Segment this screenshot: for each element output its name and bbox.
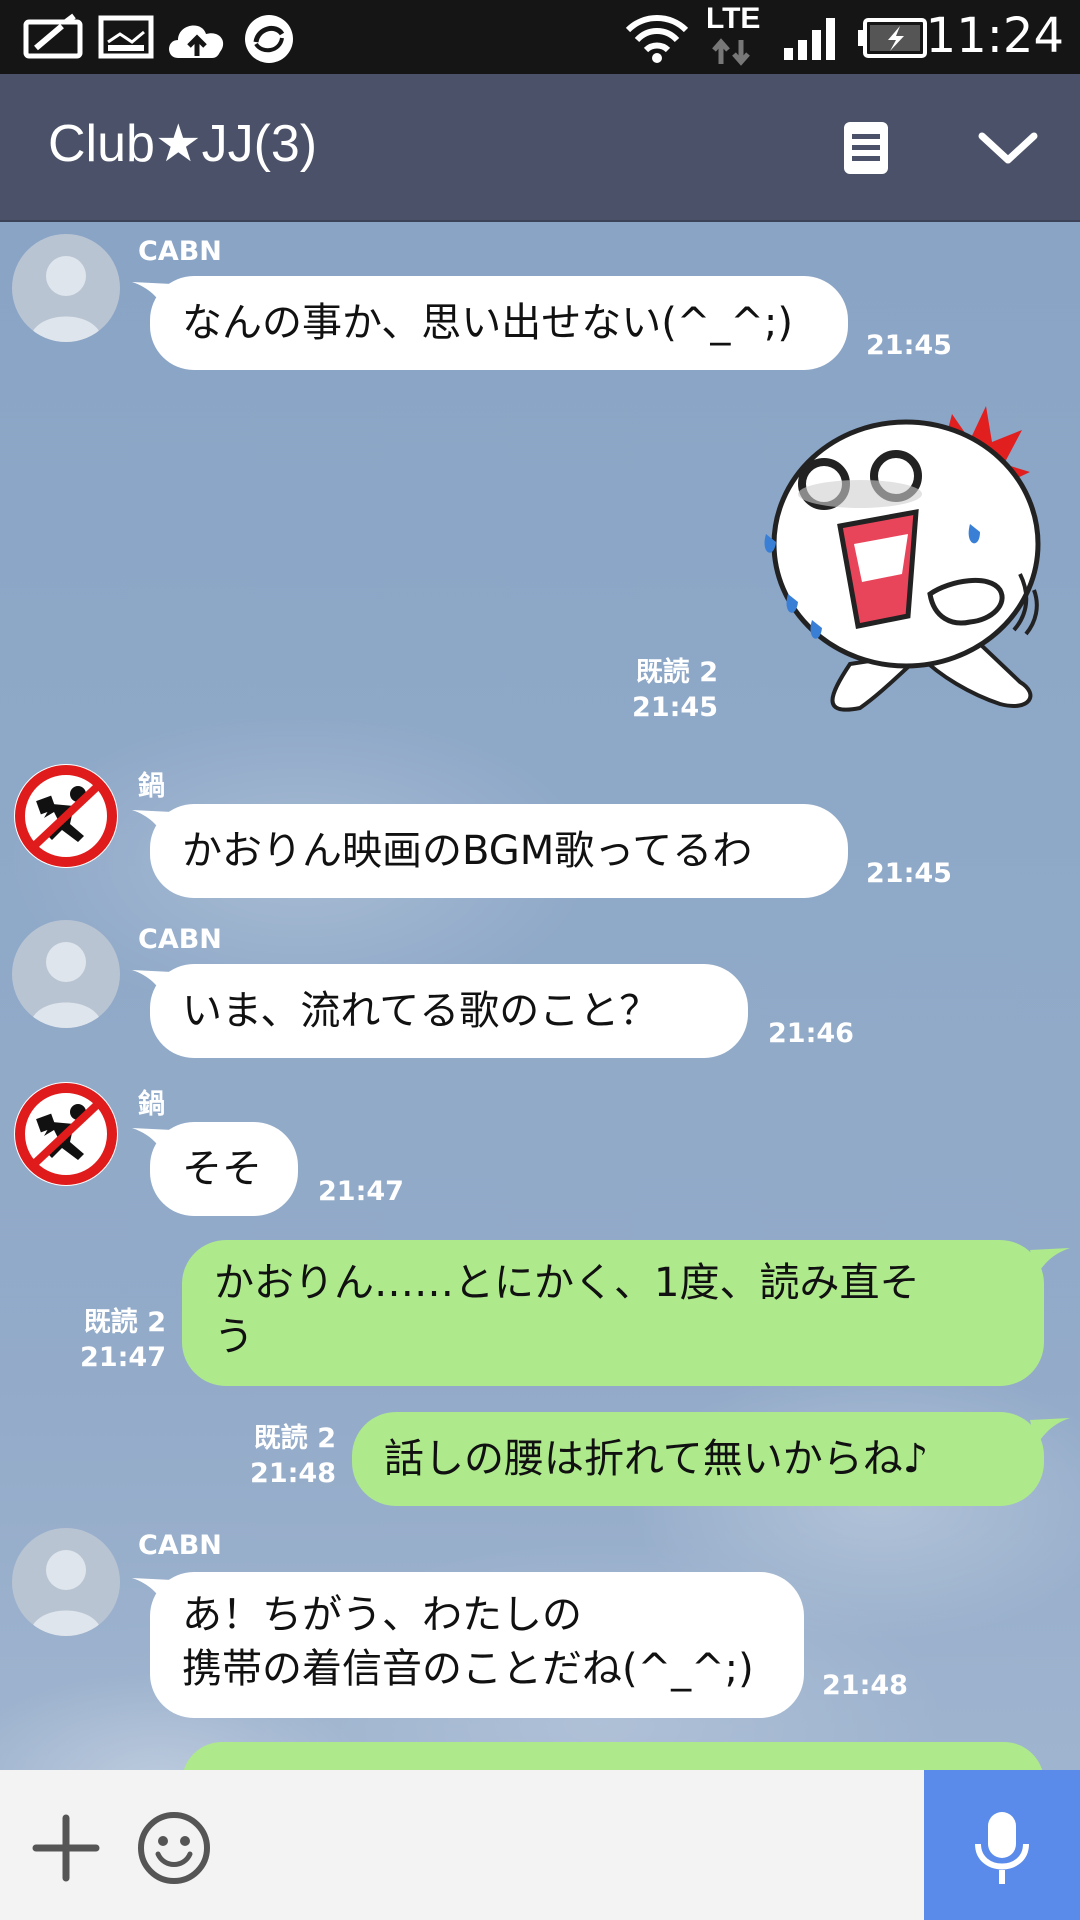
message-time: 21:47 xyxy=(318,1176,404,1207)
message-text-line: う xyxy=(214,1314,254,1360)
message-text-line: 携帯の着信音のことだね(^_^;) xyxy=(182,1646,754,1692)
voice-message-button[interactable] xyxy=(924,1770,1080,1920)
message-bubble[interactable]: いま、流れてる歌のこと？ xyxy=(150,964,748,1058)
microphone-icon xyxy=(975,1812,1029,1884)
avatar[interactable] xyxy=(12,920,120,1028)
message-text: いま、流れてる歌のこと？ xyxy=(182,988,660,1034)
message-bubble[interactable]: なんの事か、思い出せない(^_^;) xyxy=(150,276,848,370)
note-button[interactable] xyxy=(842,120,890,176)
message-time: 21:46 xyxy=(768,1018,854,1049)
message-bubble[interactable]: かおりん映画のBGM歌ってるわ xyxy=(150,804,848,898)
bubble-tail xyxy=(1030,1418,1070,1446)
avatar[interactable] xyxy=(12,1080,120,1188)
read-receipt: 既読 2 xyxy=(253,1423,336,1454)
sender-name: CABN xyxy=(138,236,222,267)
no-running-sign-icon xyxy=(14,1082,118,1186)
sticker[interactable] xyxy=(730,394,1060,724)
read-receipt: 既読 2 xyxy=(83,1307,166,1338)
avatar[interactable] xyxy=(12,1528,120,1636)
status-time: 11:24 xyxy=(925,8,1064,64)
message-bubble[interactable]: そそ xyxy=(150,1122,298,1216)
sticker-shocked-face-icon xyxy=(764,406,1041,712)
wifi-icon xyxy=(625,15,689,63)
message-text: なんの事か、思い出せない(^_^;) xyxy=(182,300,793,346)
message-text: 話しの腰は折れて無いからね♪ xyxy=(384,1436,929,1482)
sync-icon xyxy=(245,15,293,63)
network-label: LTE xyxy=(706,2,761,35)
default-avatar-icon xyxy=(12,920,120,1028)
message-text: かおりん映画のBGM歌ってるわ xyxy=(182,828,753,874)
avatar[interactable] xyxy=(12,762,120,870)
note-icon xyxy=(844,122,888,174)
message-time: 21:48 xyxy=(250,1458,336,1489)
message-bubble-partial[interactable] xyxy=(182,1742,1044,1770)
lte-icon: LTE xyxy=(706,2,761,68)
emoji-button[interactable] xyxy=(136,1810,212,1886)
input-bar xyxy=(0,1770,1080,1920)
default-avatar-icon xyxy=(12,1528,120,1636)
message-time: 21:47 xyxy=(80,1342,166,1373)
battery-charging-icon xyxy=(858,18,927,58)
avatar[interactable] xyxy=(12,234,120,342)
message-time: 21:45 xyxy=(866,330,952,361)
message-text-line: かおりん……とにかく、1度、読み直そ xyxy=(214,1260,920,1306)
status-bar: LTE 11:24 xyxy=(0,0,1080,74)
chat-message-list[interactable]: CABN なんの事か、思い出せない(^_^;) 21:45 既読 2 21:45 xyxy=(0,222,1080,1770)
message-time: 21:45 xyxy=(632,692,718,723)
menu-toggle-button[interactable] xyxy=(976,126,1040,170)
message-time: 21:48 xyxy=(822,1670,908,1701)
sender-name: 鍋 xyxy=(138,1089,165,1120)
add-attachment-button[interactable] xyxy=(30,1812,102,1884)
message-bubble[interactable]: かおりん……とにかく、1度、読み直そ う xyxy=(182,1240,1044,1386)
sender-name: 鍋 xyxy=(138,771,165,802)
emoji-icon xyxy=(138,1812,210,1884)
read-receipt: 既読 2 xyxy=(635,657,718,688)
image-icon xyxy=(98,15,154,59)
message-icon xyxy=(23,13,83,59)
default-avatar-icon xyxy=(12,234,120,342)
signal-icon xyxy=(784,18,835,60)
plus-icon xyxy=(32,1814,100,1882)
no-running-sign-icon xyxy=(14,764,118,868)
message-bubble[interactable]: 話しの腰は折れて無いからね♪ xyxy=(352,1412,1044,1506)
chevron-down-icon xyxy=(978,132,1038,164)
message-text: そそ xyxy=(182,1146,262,1192)
cloud-upload-icon xyxy=(169,25,224,58)
bubble-tail xyxy=(1030,1248,1070,1276)
message-bubble[interactable]: あ！ちがう、わたしの 携帯の着信音のことだね(^_^;) xyxy=(150,1572,804,1718)
sender-name: CABN xyxy=(138,924,222,955)
sender-name: CABN xyxy=(138,1530,222,1561)
message-text-line: あ！ちがう、わたしの xyxy=(182,1592,582,1638)
chat-header: Club★JJ(3) xyxy=(0,74,1080,222)
message-time: 21:45 xyxy=(866,858,952,889)
chat-title: Club★JJ(3) xyxy=(48,115,318,173)
